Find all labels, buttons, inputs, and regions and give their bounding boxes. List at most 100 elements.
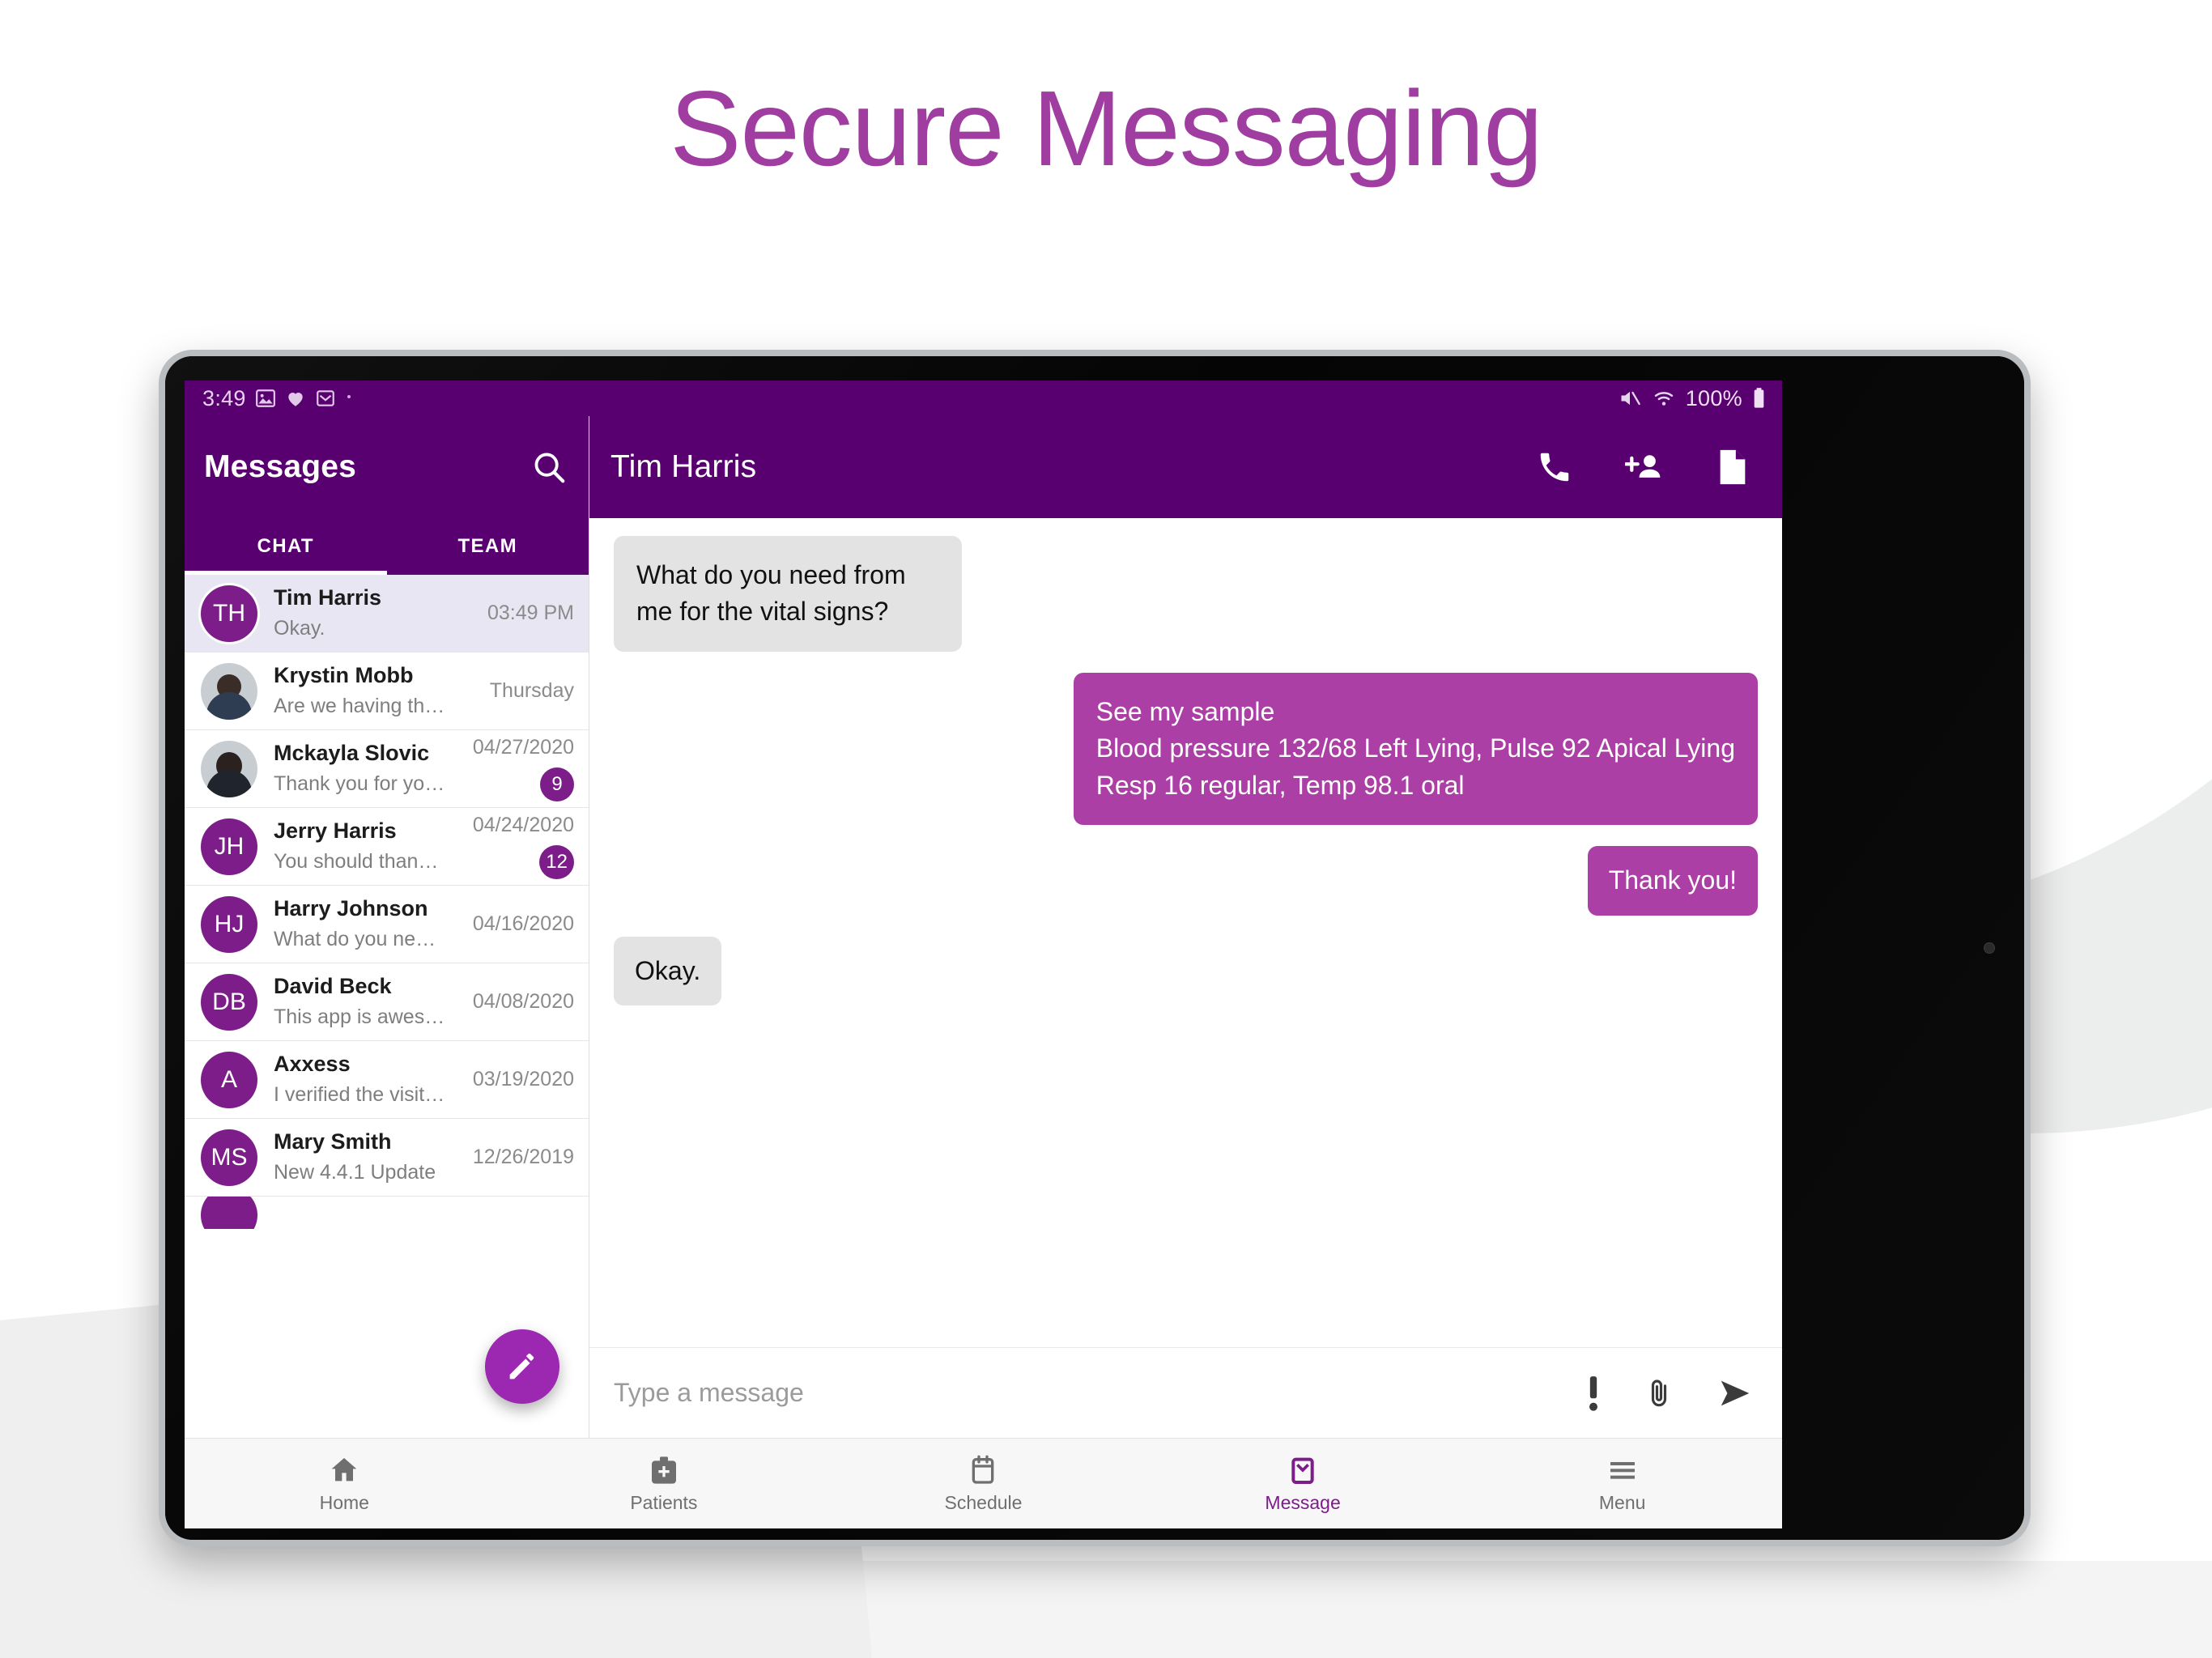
message-composer: Type a message	[589, 1347, 1782, 1438]
nav-item-patients[interactable]: Patients	[504, 1439, 824, 1528]
avatar-initials: TH	[213, 599, 245, 627]
list-item-text: Tim Harris Okay.	[257, 585, 453, 641]
compose-button[interactable]	[485, 1329, 559, 1404]
message-input[interactable]: Type a message	[614, 1378, 1585, 1408]
list-item[interactable]: HJ Harry Johnson What do you need from m…	[185, 886, 589, 963]
conversation-date: 04/16/2020	[472, 912, 574, 935]
messages-app-bar: Messages	[185, 416, 589, 518]
bottom-navigation: Home Patients Schedule Message Menu	[185, 1438, 1782, 1528]
conversation-preview: Okay.	[274, 617, 325, 640]
conversation-name: Harry Johnson	[274, 896, 428, 921]
priority-icon[interactable]	[1585, 1373, 1602, 1414]
image-icon	[255, 388, 276, 409]
nav-item-menu[interactable]: Menu	[1462, 1439, 1782, 1528]
wifi-icon	[1652, 387, 1676, 410]
list-item[interactable]: DB David Beck This app is awesome! 04/08…	[185, 963, 589, 1041]
hamburger-icon	[1606, 1454, 1639, 1486]
conversation-date: 03/19/2020	[472, 1068, 574, 1090]
send-icon[interactable]	[1716, 1375, 1755, 1412]
list-item[interactable]	[185, 1197, 589, 1229]
tab-team[interactable]: TEAM	[387, 518, 589, 575]
nav-item-home[interactable]: Home	[185, 1439, 504, 1528]
list-item[interactable]: TH Tim Harris Okay. 03:49 PM	[185, 575, 589, 653]
heart-icon	[285, 388, 306, 409]
messages-title: Messages	[204, 449, 357, 484]
list-item-meta: 03/19/2020	[453, 1068, 574, 1091]
list-item-meta: Thursday	[453, 679, 574, 703]
list-item-text: Axxess I verified the visits already	[257, 1051, 453, 1107]
list-item[interactable]: MS Mary Smith New 4.4.1 Update 12/26/201…	[185, 1119, 589, 1197]
conversation-tabs: CHAT TEAM	[185, 518, 589, 575]
avatar-initials: JH	[214, 832, 245, 860]
message-bubble-sent: See my sample Blood pressure 132/68 Left…	[1073, 672, 1758, 826]
conversation-date: Thursday	[489, 679, 574, 702]
avatar-initials: A	[220, 1065, 237, 1093]
avatar	[201, 1197, 257, 1229]
conversation-name: David Beck	[274, 974, 392, 999]
avatar-initials: DB	[212, 988, 246, 1015]
list-item-text: Mckayla Slovic Thank you for your hard w…	[257, 740, 453, 797]
conversation-date: 12/26/2019	[472, 1146, 574, 1168]
status-bar-right: 100%	[1618, 386, 1766, 411]
list-item[interactable]: A Axxess I verified the visits already 0…	[185, 1041, 589, 1119]
avatar: MS	[201, 1129, 257, 1186]
conversation-preview: Are we having the meeting today?	[274, 695, 446, 718]
add-person-icon[interactable]	[1625, 449, 1664, 486]
conversation-detail-pane: Tim Harris What do you need from me for …	[589, 416, 1782, 1438]
document-icon[interactable]	[1716, 449, 1750, 486]
status-bar-left: 3:49	[202, 386, 353, 411]
list-item-text: David Beck This app is awesome!	[257, 973, 453, 1030]
list-item[interactable]: Mckayla Slovic Thank you for your hard w…	[185, 730, 589, 808]
avatar-initials: HJ	[214, 910, 245, 937]
dot-icon	[345, 388, 353, 409]
message-bubble-received: Okay.	[614, 936, 722, 1006]
list-item-text: Krystin Mobb Are we having the meeting t…	[257, 662, 453, 719]
search-icon[interactable]	[530, 449, 568, 486]
tablet-device-frame: 3:49 100% Messages CHAT TEAM TH Tim Harr…	[159, 350, 2031, 1546]
avatar-initials: MS	[211, 1143, 248, 1171]
conversation-preview: This app is awesome!	[274, 1005, 446, 1029]
unread-badge: 12	[539, 845, 574, 879]
pencil-icon	[504, 1348, 541, 1385]
composer-actions	[1585, 1373, 1755, 1414]
call-icon[interactable]	[1536, 449, 1573, 486]
conversation-date: 04/27/2020	[472, 736, 574, 759]
conversations-pane: Messages CHAT TEAM TH Tim Harris Okay. 0…	[185, 416, 589, 1438]
conversation-name: Krystin Mobb	[274, 663, 414, 688]
camera-icon	[1984, 942, 1995, 954]
unread-badge: 9	[540, 767, 574, 801]
tab-chat[interactable]: CHAT	[185, 518, 387, 575]
home-icon	[328, 1454, 360, 1486]
avatar: HJ	[201, 895, 257, 953]
conversation-name: Tim Harris	[274, 585, 382, 610]
list-item-text: Jerry Harris You should thank David for.…	[257, 818, 453, 874]
avatar	[201, 662, 257, 720]
message-icon	[1287, 1454, 1319, 1486]
conversation-preview: You should thank David for...	[274, 850, 446, 874]
message-row: Thank you!	[614, 846, 1758, 916]
nav-item-message[interactable]: Message	[1143, 1439, 1463, 1528]
conversation-date: 04/24/2020	[472, 814, 574, 836]
nav-label: Patients	[630, 1491, 698, 1513]
conversation-list[interactable]: TH Tim Harris Okay. 03:49 PM Krystin Mob…	[185, 575, 589, 1438]
list-item[interactable]: JH Jerry Harris You should thank David f…	[185, 808, 589, 886]
message-row: Okay.	[614, 936, 1758, 1006]
conversation-preview: New 4.4.1 Update	[274, 1161, 436, 1184]
attachment-icon[interactable]	[1643, 1375, 1675, 1412]
conversation-actions	[1536, 449, 1750, 486]
conversation-preview: What do you need from me for vital...	[274, 928, 446, 951]
page-title: Secure Messaging	[670, 69, 1542, 188]
list-item[interactable]: Krystin Mobb Are we having the meeting t…	[185, 653, 589, 730]
app-body: Messages CHAT TEAM TH Tim Harris Okay. 0…	[185, 416, 1782, 1438]
battery-percentage: 100%	[1685, 385, 1742, 410]
mail-icon	[315, 388, 336, 409]
list-item-meta: 04/24/2020 12	[453, 814, 574, 879]
nav-item-schedule[interactable]: Schedule	[823, 1439, 1143, 1528]
avatar	[201, 740, 257, 797]
status-bar-clock: 3:49	[202, 385, 246, 410]
avatar-photo-body	[206, 691, 252, 720]
tablet-bezel: 3:49 100% Messages CHAT TEAM TH Tim Harr…	[165, 356, 2024, 1540]
page-root: Secure Messaging 3:49 100% Messages CHAT…	[0, 0, 2212, 1658]
message-thread[interactable]: What do you need from me for the vital s…	[589, 518, 1782, 1347]
conversation-app-bar: Tim Harris	[589, 416, 1782, 518]
